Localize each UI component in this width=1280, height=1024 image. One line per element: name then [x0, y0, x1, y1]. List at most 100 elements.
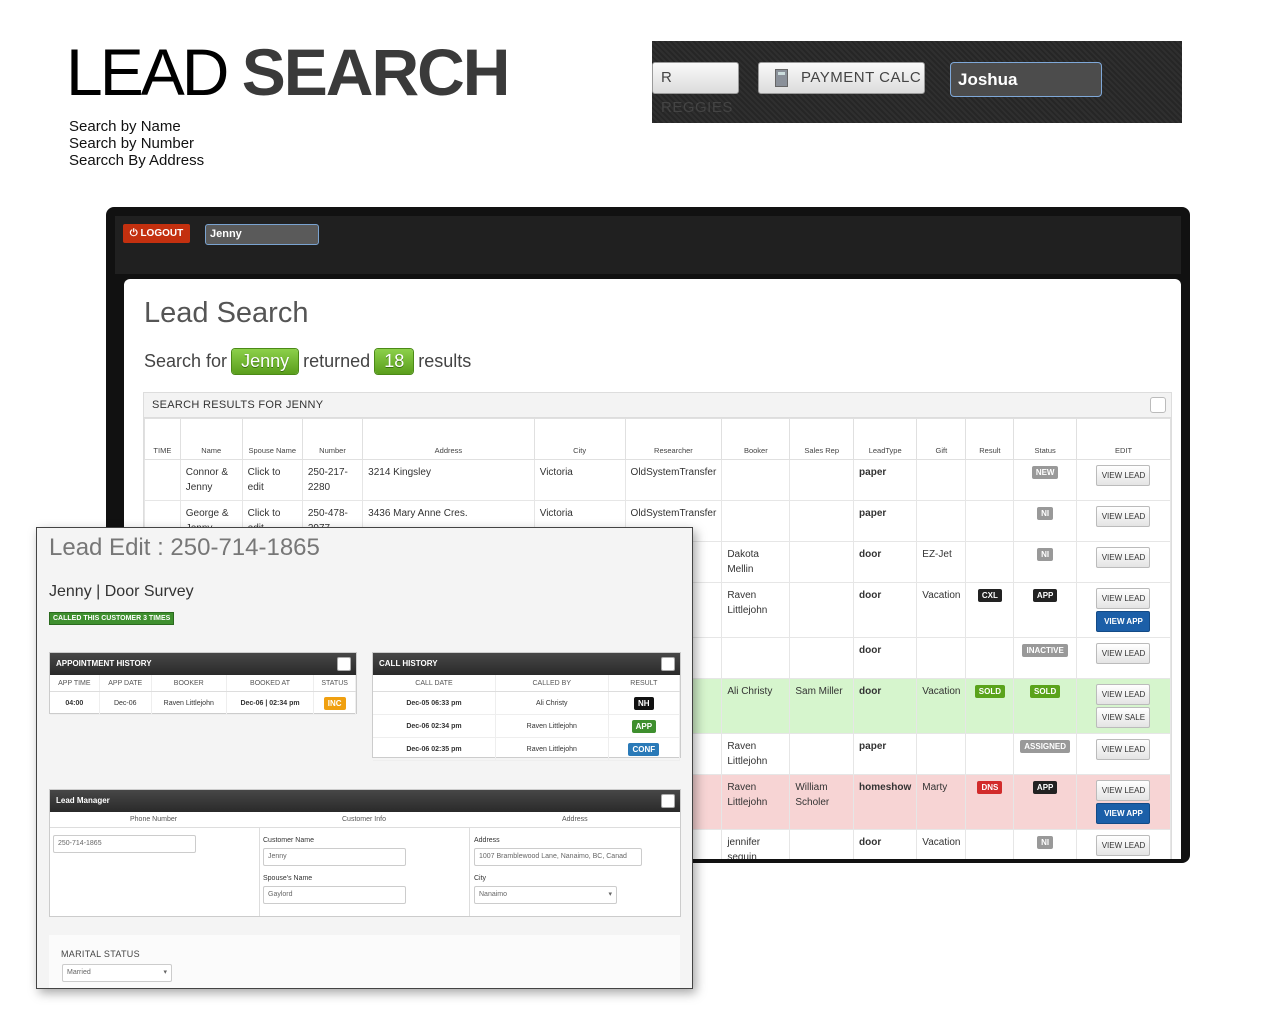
table-cell-result [965, 500, 1015, 542]
view-lead-button[interactable]: VIEW LEAD [1096, 547, 1151, 568]
column-header: EDIT [1075, 418, 1172, 460]
table-cell-edit: VIEW LEAD [1075, 500, 1172, 542]
status-badge: NI [1037, 548, 1054, 561]
spouse-name-field[interactable]: Gaylord [263, 886, 406, 904]
collapse-checkbox[interactable] [1150, 397, 1166, 413]
address-field[interactable]: 1007 Bramblewood Lane, Nanaimo, BC, Cana… [474, 848, 642, 866]
table-cell-result [965, 829, 1015, 859]
collapse-checkbox[interactable] [337, 657, 351, 671]
summary-suffix: results [418, 351, 472, 371]
panel-title: Lead Manager [56, 796, 110, 805]
table-cell-result [965, 459, 1015, 501]
table-cell-booker: Dakota Mellin [721, 541, 791, 583]
summary-prefix: Search for [144, 351, 228, 371]
table-cell-researcher: OldSystemTransfer [624, 459, 723, 501]
table-cell-result: CXL [965, 582, 1015, 638]
table-cell-time [144, 459, 181, 501]
view-lead-button[interactable]: VIEW LEAD [1096, 780, 1151, 801]
table-cell-booker: Raven Littlejohn [721, 733, 791, 775]
table-cell-edit: VIEW LEAD VIEW APP [1075, 774, 1172, 830]
panel-header: Lead Manager [50, 790, 680, 812]
view-app-button[interactable]: VIEW APP [1096, 611, 1151, 632]
page-title: Lead Search [144, 297, 309, 329]
cell-by: Raven Littlejohn [495, 714, 609, 738]
phone-field[interactable]: 250-714-1865 [53, 835, 196, 853]
view-lead-button[interactable]: VIEW LEAD [1096, 465, 1151, 486]
city-select[interactable]: Nanaimo ▾ [474, 886, 617, 904]
table-cell-type: door [853, 637, 918, 679]
table-cell-rep [789, 541, 855, 583]
table-cell-status: NI [1013, 500, 1077, 542]
dropdown-arrow-icon: ▾ [163, 969, 167, 976]
column-header: Status [1013, 418, 1077, 460]
table-cell-type: door [853, 582, 918, 638]
column-header: APP TIME [50, 675, 100, 692]
column-header: RESULT [608, 675, 681, 692]
table-cell-result [965, 541, 1015, 583]
customer-name-field[interactable]: Jenny [263, 848, 406, 866]
reggies-button[interactable]: R REGGIES [652, 62, 739, 116]
call-history-panel: CALL HISTORY CALL DATE CALLED BY RESULT De… [372, 652, 681, 761]
table-cell-status: INACTIVE [1013, 637, 1077, 679]
column-header: BOOKER [151, 675, 227, 692]
summary-mid: returned [303, 351, 371, 371]
status-badge: APP [1032, 589, 1058, 602]
feature-list: Search by Name Search by Number Searcch … [69, 118, 204, 169]
power-icon: ⏻ [129, 228, 138, 239]
hero-title-bold: SEARCH [241, 35, 511, 109]
column-header: Gift [916, 418, 967, 460]
table-cell-rep [789, 733, 855, 775]
payment-calc-label: PAYMENT CALC [801, 69, 922, 86]
table-cell-booker [721, 459, 791, 501]
table-cell-city: Victoria [533, 459, 626, 501]
table-cell-result [965, 637, 1015, 679]
table-cell-rep [789, 829, 855, 859]
search-summary: Search for Jenny returned 18 results [144, 349, 471, 374]
table-cell-status: APP [1013, 774, 1077, 830]
table-row: 04:00 Dec-06 Raven Littlejohn Dec-06 | 02:3… [50, 691, 356, 715]
cell-by: Ali Christy [495, 691, 609, 715]
logout-button[interactable]: ⏻ LOGOUT [123, 224, 190, 243]
collapse-checkbox[interactable] [661, 794, 675, 808]
view-lead-button[interactable]: VIEW LEAD [1096, 684, 1151, 705]
view-lead-button[interactable]: VIEW LEAD [1096, 588, 1151, 609]
table-cell-gift: Vacation [916, 582, 967, 638]
results-panel-header: SEARCH RESULTS FOR JENNY [144, 393, 1171, 418]
collapse-checkbox[interactable] [661, 657, 675, 671]
view-sale-button[interactable]: VIEW SALE [1096, 707, 1151, 728]
payment-calc-button[interactable]: PAYMENT CALC [758, 62, 925, 94]
spouse-name-label: Spouse's Name [263, 875, 313, 882]
table-cell-status: SOLD [1013, 678, 1077, 734]
status-badge: INACTIVE [1022, 644, 1068, 657]
view-lead-button[interactable]: VIEW LEAD [1096, 506, 1151, 527]
dropdown-arrow-icon: ▾ [608, 891, 612, 898]
table-cell-type: paper [853, 459, 918, 501]
marital-status-select[interactable]: Married ▾ [62, 964, 172, 982]
column-header: CALLED BY [495, 675, 609, 692]
column-header: LeadType [853, 418, 918, 460]
table-cell-gift: Marty [916, 774, 967, 830]
status-badge: NI [1037, 836, 1054, 849]
view-lead-button[interactable]: VIEW LEAD [1096, 643, 1151, 664]
query-pill: Jenny [232, 349, 299, 374]
cell-booked_at: Dec-06 | 02:34 pm [226, 691, 315, 715]
header-search-input[interactable]: Jenny [205, 224, 319, 245]
column-header: TIME [144, 418, 181, 460]
view-app-button[interactable]: VIEW APP [1096, 803, 1151, 824]
lead-manager-columns: Phone Number Customer Info Address [50, 812, 680, 828]
cell-date: Dec-06 02:35 pm [373, 737, 496, 761]
search-input[interactable]: Joshua [950, 62, 1102, 97]
table-cell-status: NI [1013, 829, 1077, 859]
table-cell-spouse[interactable]: Click to edit [241, 459, 303, 501]
panel-header: CALL HISTORY [373, 653, 680, 675]
panel-title: APPOINTMENT HISTORY [56, 659, 152, 668]
table-cell-result [965, 733, 1015, 775]
appointment-table: APP TIME APP DATE BOOKER BOOKED AT STATUS 04… [50, 675, 356, 715]
table-cell-type: paper [853, 500, 918, 542]
column-header: City [533, 418, 626, 460]
view-lead-button[interactable]: VIEW LEAD [1096, 835, 1151, 856]
table-cell-type: door [853, 678, 918, 734]
marital-status-value: Married [67, 969, 91, 976]
view-lead-button[interactable]: VIEW LEAD [1096, 739, 1151, 760]
table-cell-type: door [853, 541, 918, 583]
